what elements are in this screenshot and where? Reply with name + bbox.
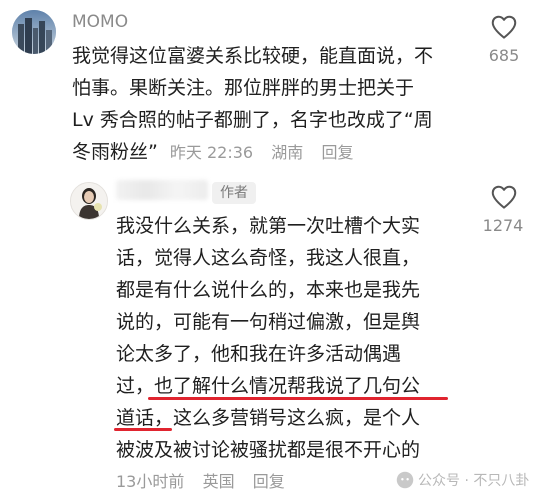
like-count: 1274 — [482, 216, 524, 235]
heart-icon — [491, 15, 517, 39]
author-badge: 作者 — [212, 182, 256, 204]
comment-line: 冬雨粉丝” — [72, 141, 158, 163]
like-button[interactable] — [484, 182, 524, 216]
avatar[interactable] — [70, 182, 108, 220]
comment-line: 话，觉得人这么奇怪，我这人很直， — [116, 247, 421, 269]
comment-line: 怕事。果断关注。那位胖胖的男士把关于 — [72, 77, 415, 99]
comment-body: 我觉得这位富婆关系比较硬，能直面说，不 怕事。果断关注。那位胖胖的男士把关于 L… — [72, 40, 472, 169]
comment-meta: 昨天 22:36 湖南 回复 — [170, 143, 354, 162]
watermark-text: 公众号 · 不只八卦 — [418, 473, 530, 489]
reply-button[interactable]: 回复 — [321, 143, 353, 162]
comment-location: 湖南 — [271, 143, 304, 162]
like-button[interactable] — [484, 12, 524, 46]
avatar[interactable] — [12, 10, 56, 54]
heart-icon — [491, 185, 517, 209]
comment-location: 英国 — [202, 472, 235, 491]
watermark: 公众号 · 不只八卦 — [396, 470, 544, 490]
comment-line: Lv 秀合照的帖子都删了，名字也改成了“周 — [72, 109, 433, 131]
comment-line: 被波及被讨论被骚扰都是很不开心的 — [116, 439, 421, 461]
comment-line: 说的，可能有一句稍过偏激，但是舆 — [116, 311, 421, 333]
city-skyline-icon — [12, 10, 56, 54]
comment-meta: 13小时前 英国 回复 — [116, 468, 285, 492]
reply-button[interactable]: 回复 — [253, 472, 285, 491]
comment-time: 13小时前 — [116, 472, 185, 491]
wechat-icon — [396, 471, 414, 489]
comment-username[interactable]: MOMO — [72, 12, 128, 32]
comment-line: 论太多了，他和我在许多活动偶遇 — [116, 343, 402, 365]
comment-line: 我没什么关系，就第一次吐槽个大实 — [116, 215, 421, 237]
blurred-username[interactable] — [116, 180, 208, 200]
person-avatar-icon — [71, 183, 107, 219]
comment-line: 都是有什么说什么的，本来也是我先 — [116, 279, 421, 301]
comment-time: 昨天 22:36 — [169, 143, 254, 162]
highlight-underline — [114, 428, 172, 431]
comment-line: 我觉得这位富婆关系比较硬，能直面说，不 — [72, 45, 434, 67]
like-count: 685 — [488, 46, 520, 65]
highlight-underline — [148, 397, 448, 400]
